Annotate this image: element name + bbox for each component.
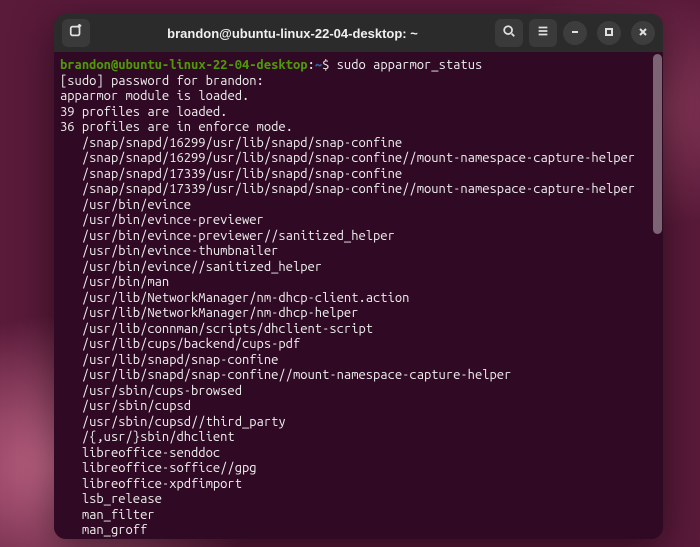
profile-line: /usr/bin/evince-previewer//sanitized_hel…: [60, 229, 659, 245]
profile-line: /usr/bin/evince//sanitized_helper: [60, 260, 659, 276]
menu-button[interactable]: [529, 19, 557, 47]
output-line: apparmor module is loaded.: [60, 89, 659, 105]
new-tab-button[interactable]: [62, 19, 90, 47]
window-title: brandon@ubuntu-linux-22-04-desktop: ~: [96, 26, 489, 41]
profile-line: /usr/bin/evince-previewer: [60, 213, 659, 229]
profile-line: man_filter: [60, 508, 659, 524]
desktop-background: brandon@ubuntu-linux-22-04-desktop: ~: [0, 0, 700, 547]
prompt-sep: :: [308, 58, 315, 72]
profile-line: /usr/sbin/cupsd//third_party: [60, 415, 659, 431]
profile-line: /usr/lib/NetworkManager/nm-dhcp-client.a…: [60, 291, 659, 307]
profile-line: /{,usr/}sbin/dhclient: [60, 430, 659, 446]
profile-line: /usr/lib/NetworkManager/nm-dhcp-helper: [60, 306, 659, 322]
prompt-symbol: $: [322, 58, 329, 72]
profile-line: man_groff: [60, 523, 659, 539]
profile-line: /usr/lib/snapd/snap-confine: [60, 353, 659, 369]
output-line: 39 profiles are loaded.: [60, 105, 659, 121]
window-controls: [563, 21, 655, 45]
profile-line: libreoffice-xpdfimport: [60, 477, 659, 493]
output-line: 36 profiles are in enforce mode.: [60, 120, 659, 136]
search-button[interactable]: [495, 19, 523, 47]
profile-line: /usr/sbin/cupsd: [60, 399, 659, 415]
new-tab-icon: [69, 24, 83, 43]
minimize-button[interactable]: [563, 21, 587, 45]
prompt-path: ~: [315, 58, 322, 72]
profile-line: /usr/sbin/cups-browsed: [60, 384, 659, 400]
close-icon: [638, 24, 648, 42]
hamburger-icon: [536, 24, 550, 43]
profile-line: nvidia_modprobe: [60, 539, 659, 540]
profile-line: /usr/bin/evince: [60, 198, 659, 214]
profile-line: /usr/bin/evince-thumbnailer: [60, 244, 659, 260]
profile-line: libreoffice-soffice//gpg: [60, 461, 659, 477]
profile-line: /snap/snapd/17339/usr/lib/snapd/snap-con…: [60, 167, 659, 183]
search-icon: [502, 24, 516, 43]
prompt-line: brandon@ubuntu-linux-22-04-desktop:~$ su…: [60, 58, 659, 74]
profile-line: /usr/lib/cups/backend/cups-pdf: [60, 337, 659, 353]
scrollbar-thumb[interactable]: [653, 54, 662, 234]
profile-line: /snap/snapd/16299/usr/lib/snapd/snap-con…: [60, 151, 659, 167]
profile-line: lsb_release: [60, 492, 659, 508]
titlebar: brandon@ubuntu-linux-22-04-desktop: ~: [54, 14, 663, 52]
output-line: [sudo] password for brandon:: [60, 74, 659, 90]
profile-line: /usr/bin/man: [60, 275, 659, 291]
prompt-user-host: brandon@ubuntu-linux-22-04-desktop: [60, 58, 308, 72]
maximize-icon: [604, 24, 614, 42]
profile-line: /usr/lib/connman/scripts/dhclient-script: [60, 322, 659, 338]
terminal-window: brandon@ubuntu-linux-22-04-desktop: ~: [54, 14, 663, 539]
profile-line: libreoffice-senddoc: [60, 446, 659, 462]
entered-command: sudo apparmor_status: [337, 58, 483, 72]
close-button[interactable]: [631, 21, 655, 45]
profile-line: /snap/snapd/17339/usr/lib/snapd/snap-con…: [60, 182, 659, 198]
scrollbar-track[interactable]: [653, 54, 662, 539]
profile-line: /snap/snapd/16299/usr/lib/snapd/snap-con…: [60, 136, 659, 152]
minimize-icon: [570, 24, 580, 42]
terminal-output[interactable]: brandon@ubuntu-linux-22-04-desktop:~$ su…: [54, 52, 663, 539]
maximize-button[interactable]: [597, 21, 621, 45]
profile-line: /usr/lib/snapd/snap-confine//mount-names…: [60, 368, 659, 384]
